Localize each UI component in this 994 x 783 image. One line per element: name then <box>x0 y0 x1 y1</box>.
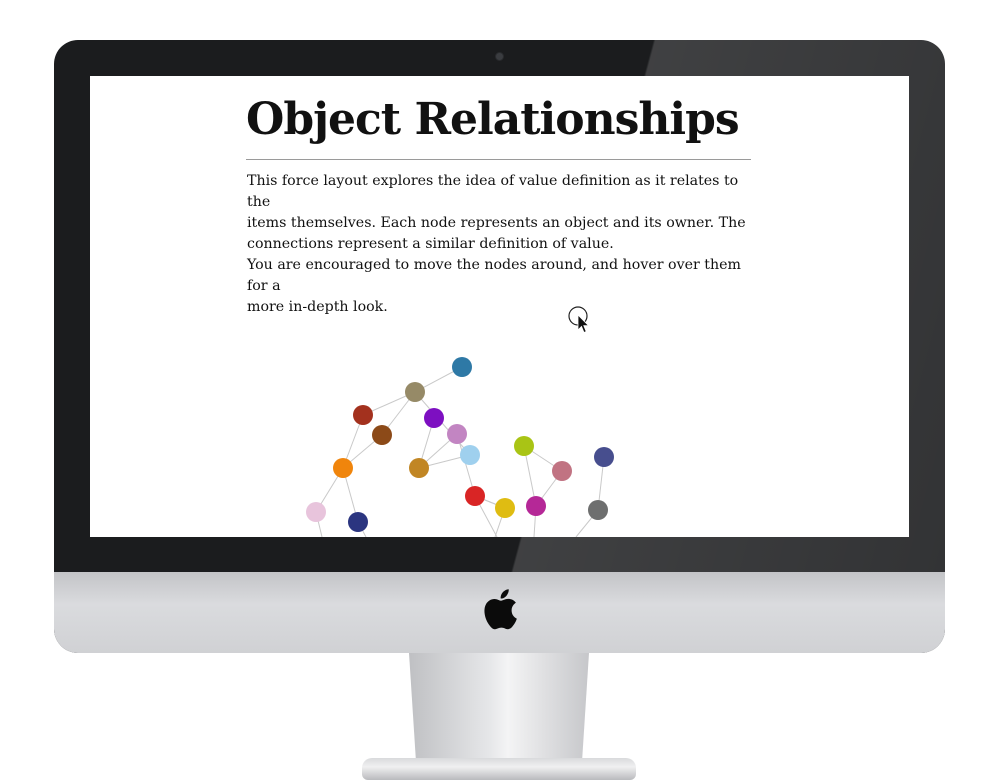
graph-node[interactable] <box>333 458 353 478</box>
graph-node[interactable] <box>460 445 480 465</box>
graph-node[interactable] <box>452 357 472 377</box>
graph-node[interactable] <box>409 458 429 478</box>
apple-logo-icon <box>484 589 517 630</box>
graph-node[interactable] <box>514 436 534 456</box>
graph-node[interactable] <box>306 502 326 522</box>
graph-node[interactable] <box>495 498 515 518</box>
graph-node[interactable] <box>372 425 392 445</box>
imac-stand-base <box>362 758 636 780</box>
cursor-icon <box>568 306 590 334</box>
graph-node[interactable] <box>353 405 373 425</box>
graph-node[interactable] <box>526 496 546 516</box>
screen: Object Relationships This force layout e… <box>90 76 909 537</box>
graph-node[interactable] <box>588 500 608 520</box>
graph-link <box>414 391 471 456</box>
graph-node[interactable] <box>465 486 485 506</box>
graph-node[interactable] <box>348 512 368 532</box>
graph-links <box>315 366 605 537</box>
graph-node[interactable] <box>594 447 614 467</box>
graph-node[interactable] <box>405 382 425 402</box>
imac-stand <box>409 653 589 765</box>
force-layout-graph[interactable] <box>90 76 909 537</box>
graph-node[interactable] <box>424 408 444 428</box>
camera-icon <box>495 52 504 61</box>
graph-node[interactable] <box>447 424 467 444</box>
graph-node[interactable] <box>552 461 572 481</box>
